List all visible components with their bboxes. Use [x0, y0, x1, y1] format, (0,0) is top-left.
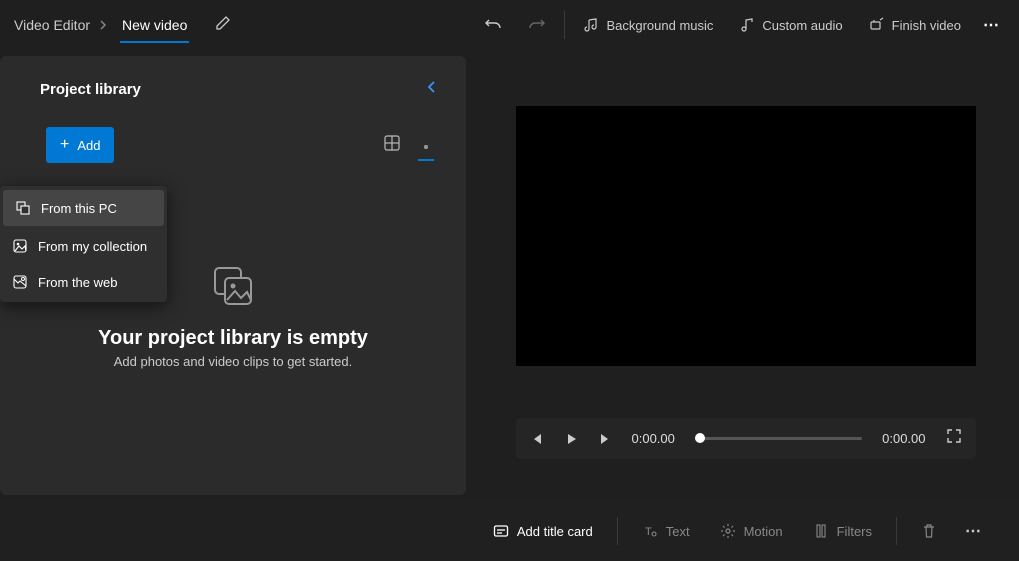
delete-button[interactable]	[913, 515, 945, 547]
background-music-button[interactable]: Background music	[573, 11, 723, 39]
text-label: Text	[666, 524, 690, 539]
add-button-label: Add	[77, 138, 100, 153]
add-menu: From this PC From my collection From the…	[0, 186, 167, 302]
chevron-right-icon	[98, 17, 108, 33]
divider	[617, 517, 618, 545]
motion-label: Motion	[744, 524, 783, 539]
empty-subtitle: Add photos and video clips to get starte…	[114, 354, 353, 369]
storyboard-more-button[interactable]: ⋯	[959, 517, 989, 545]
filters-label: Filters	[837, 524, 872, 539]
add-from-web-label: From the web	[38, 275, 117, 290]
prev-frame-button[interactable]	[530, 432, 544, 446]
next-frame-button[interactable]	[598, 432, 612, 446]
preview-panel: 0:00.00 0:00.00	[472, 56, 1019, 495]
text-button[interactable]: T Text	[634, 515, 698, 547]
custom-audio-button[interactable]: Custom audio	[729, 11, 852, 39]
player-controls: 0:00.00 0:00.00	[516, 418, 976, 459]
time-total: 0:00.00	[882, 431, 925, 446]
more-button[interactable]: ⋯	[977, 11, 1007, 39]
divider	[896, 517, 897, 545]
breadcrumb-root[interactable]: Video Editor	[12, 13, 92, 37]
undo-button[interactable]	[474, 10, 512, 40]
add-from-pc-label: From this PC	[41, 201, 117, 216]
fullscreen-button[interactable]	[946, 428, 962, 449]
add-title-card-button[interactable]: Add title card	[485, 515, 601, 547]
filters-button[interactable]: Filters	[805, 515, 880, 547]
media-placeholder-icon	[211, 264, 255, 313]
seek-slider[interactable]	[695, 437, 862, 440]
svg-text:T: T	[645, 526, 652, 538]
breadcrumb-current[interactable]: New video	[120, 7, 189, 43]
play-button[interactable]	[564, 432, 578, 446]
background-music-label: Background music	[606, 18, 713, 33]
video-preview-canvas[interactable]	[516, 106, 976, 366]
storyboard-toolbar: Add title card T Text Motion Filters ⋯	[0, 501, 1019, 561]
finish-video-label: Finish video	[892, 18, 961, 33]
project-library-title: Project library	[24, 81, 141, 98]
add-title-card-label: Add title card	[517, 524, 593, 539]
custom-audio-label: Custom audio	[762, 18, 842, 33]
motion-button[interactable]: Motion	[712, 515, 791, 547]
empty-title: Your project library is empty	[98, 327, 368, 350]
redo-button[interactable]	[518, 10, 556, 40]
breadcrumb: Video Editor New video	[12, 7, 189, 43]
divider	[564, 11, 565, 39]
finish-video-button[interactable]: Finish video	[859, 11, 971, 39]
collapse-library-icon[interactable]	[422, 76, 442, 103]
add-from-web-item[interactable]: From the web	[0, 264, 167, 300]
plus-icon: +	[60, 137, 69, 153]
edit-name-icon[interactable]	[209, 9, 237, 42]
time-current: 0:00.00	[632, 431, 675, 446]
add-from-pc-item[interactable]: From this PC	[3, 190, 164, 226]
grid-small-icon[interactable]	[418, 136, 434, 154]
add-from-collection-label: From my collection	[38, 239, 147, 254]
add-from-collection-item[interactable]: From my collection	[0, 228, 167, 264]
